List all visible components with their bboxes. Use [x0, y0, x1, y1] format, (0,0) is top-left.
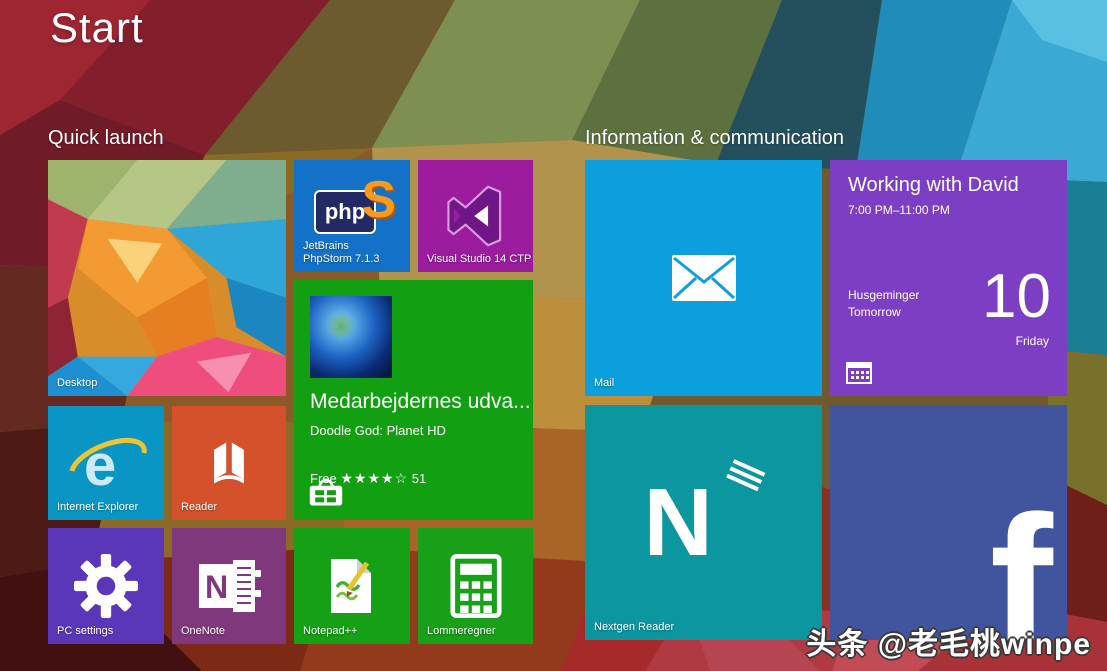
tile-store[interactable]: Medarbejdernes udva... Doodle God: Plane…	[294, 280, 533, 520]
tile-label: Lommeregner	[427, 625, 495, 639]
phpstorm-s-glyph: S	[361, 174, 396, 226]
gear-icon	[73, 553, 139, 619]
desktop-wallpaper-art	[48, 160, 286, 396]
watermark: 头条 @老毛桃winpe	[806, 619, 1091, 663]
nextgen-n-glyph: N	[644, 475, 713, 571]
onenote-icon: N	[193, 556, 265, 616]
nextgen-reader-icon: N	[644, 463, 764, 583]
tile-pc-settings[interactable]: PC settings	[48, 528, 164, 644]
tile-phpstorm[interactable]: php S JetBrains PhpStorm 7.1.3	[294, 160, 410, 272]
tile-label: OneNote	[181, 625, 225, 639]
notepad-plus-plus-icon	[323, 555, 381, 617]
php-text: php	[325, 199, 365, 225]
tile-calculator[interactable]: Lommeregner	[418, 528, 533, 644]
visual-studio-icon	[445, 185, 507, 247]
tile-nextgen-reader[interactable]: N Nextgen Reader	[585, 405, 822, 640]
calendar-event-title: Working with David	[848, 174, 1019, 197]
tile-label: Mail	[594, 377, 614, 391]
group-header-information-communication[interactable]: Information & communication	[585, 127, 844, 150]
reader-book-icon	[201, 435, 257, 491]
tile-calendar[interactable]: Working with David 7:00 PM–11:00 PM Husg…	[830, 160, 1067, 396]
tile-label: Internet Explorer	[57, 501, 138, 515]
mail-envelope-icon	[671, 254, 737, 302]
tile-label: JetBrains PhpStorm 7.1.3	[303, 240, 395, 268]
group-header-quick-launch[interactable]: Quick launch	[48, 127, 164, 150]
rating-stars: ★★★★☆	[340, 470, 408, 486]
store-app-planet-image	[310, 296, 392, 378]
facebook-f-glyph: f	[990, 488, 1053, 640]
calendar-day-name: Friday	[1016, 334, 1049, 348]
nextgen-stripes	[724, 459, 765, 495]
calendar-reminder: Husgeminger	[848, 288, 919, 302]
store-bag-icon	[308, 476, 344, 508]
internet-explorer-icon: e	[64, 427, 148, 499]
calculator-icon	[450, 553, 502, 619]
tile-label: Reader	[181, 501, 217, 515]
onenote-n-glyph: N	[205, 569, 228, 605]
tile-label: PC settings	[57, 625, 113, 639]
calendar-event-time: 7:00 PM–11:00 PM	[848, 203, 950, 217]
tile-label: Notepad++	[303, 625, 357, 639]
tile-onenote[interactable]: N OneNote	[172, 528, 286, 644]
rating-count: 51	[412, 471, 426, 486]
tile-notepad-plus-plus[interactable]: Notepad++	[294, 528, 410, 644]
start-screen: Start Quick launch Information & communi…	[0, 0, 1107, 671]
tile-label: Visual Studio 14 CTP	[427, 253, 531, 267]
tile-label: Desktop	[57, 377, 97, 391]
store-app-subtitle: Doodle God: Planet HD	[310, 423, 446, 438]
tile-desktop[interactable]: Desktop	[48, 160, 286, 396]
tile-label: Nextgen Reader	[594, 621, 674, 635]
tile-facebook[interactable]: f	[830, 405, 1067, 640]
tile-mail[interactable]: Mail	[585, 160, 822, 396]
page-title: Start	[50, 4, 144, 52]
store-app-title: Medarbejdernes udva...	[310, 390, 531, 414]
calendar-date-number: 10	[982, 266, 1051, 328]
tile-visual-studio[interactable]: Visual Studio 14 CTP	[418, 160, 533, 272]
tile-reader[interactable]: Reader	[172, 406, 286, 520]
calendar-reminder-when: Tomorrow	[848, 305, 901, 319]
tile-internet-explorer[interactable]: e Internet Explorer	[48, 406, 164, 520]
calendar-icon	[846, 360, 872, 384]
